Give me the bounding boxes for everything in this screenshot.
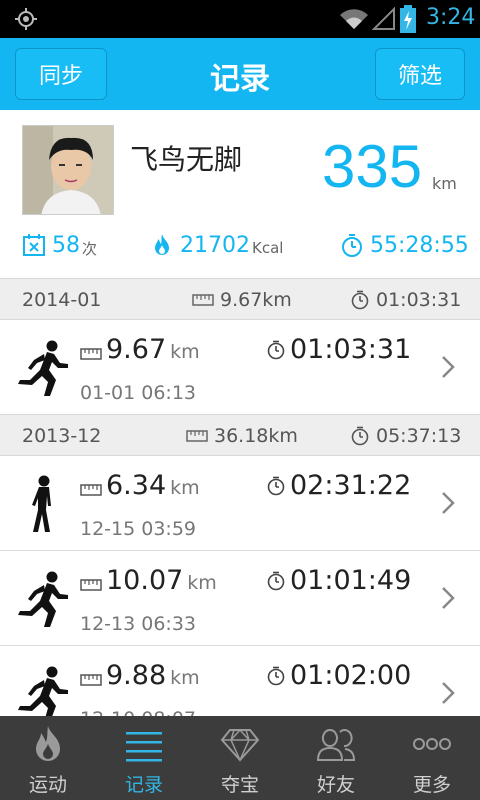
stopwatch-icon xyxy=(267,666,285,686)
chevron-right-icon xyxy=(442,682,455,704)
run-distance: 9.88 km xyxy=(80,660,200,691)
ruler-icon xyxy=(80,484,102,496)
bottom-navigation: 运动 记录 夺宝 好友 更多 xyxy=(0,716,480,800)
run-duration-value: 01:03:31 xyxy=(290,334,412,365)
calories-unit: Kcal xyxy=(252,239,284,257)
run-duration-value: 02:31:22 xyxy=(290,470,412,501)
diamond-icon xyxy=(220,729,260,762)
stopwatch-icon xyxy=(267,571,285,591)
month-duration: 05:37:13 xyxy=(350,425,461,447)
nav-label: 好友 xyxy=(316,774,355,796)
stopwatch-icon xyxy=(267,340,285,360)
run-distance-value: 10.07 xyxy=(106,565,184,596)
run-date: 12-15 03:59 xyxy=(80,518,197,540)
ruler-icon xyxy=(80,579,102,591)
month-duration: 01:03:31 xyxy=(350,289,461,311)
run-count-value: 58 xyxy=(52,232,80,258)
friends-icon xyxy=(316,729,356,761)
month-distance-value: 36.18km xyxy=(214,425,298,447)
stat-calories: 21702 Kcal xyxy=(150,230,283,260)
run-distance-unit: km xyxy=(170,667,200,689)
chevron-right-icon xyxy=(442,587,455,609)
stat-run-count: 58 次 xyxy=(22,230,97,260)
ruler-icon xyxy=(186,430,208,442)
nav-item-more[interactable]: 更多 xyxy=(384,716,480,800)
stat-total-duration: 55:28:55 xyxy=(340,230,469,260)
run-distance-unit: km xyxy=(170,477,200,499)
stopwatch-icon xyxy=(267,476,285,496)
total-duration-value: 55:28:55 xyxy=(370,232,469,258)
month-distance-value: 9.67km xyxy=(220,289,292,311)
run-record-item[interactable]: 10.07 km 01:01:49 12-13 06:33 xyxy=(0,551,480,646)
run-distance-unit: km xyxy=(170,341,200,363)
filter-button[interactable]: 筛选 xyxy=(375,48,465,100)
total-distance-unit: km xyxy=(432,174,457,193)
flame-icon xyxy=(36,726,60,761)
avatar-photo xyxy=(23,126,113,214)
ruler-icon xyxy=(80,348,102,360)
stopwatch-icon xyxy=(342,234,362,257)
user-name: 飞鸟无脚 xyxy=(130,143,243,176)
run-distance-value: 6.34 xyxy=(106,470,167,501)
run-record-item[interactable]: 6.34 km 02:31:22 12-15 03:59 xyxy=(0,456,480,551)
total-distance: 335 xyxy=(322,133,423,200)
gps-icon xyxy=(15,8,37,30)
ruler-icon xyxy=(192,294,214,306)
title-bar: 同步 记录 筛选 xyxy=(0,38,480,110)
run-distance-value: 9.67 xyxy=(106,334,167,365)
run-duration: 02:31:22 xyxy=(266,470,411,501)
nav-item-records[interactable]: 记录 xyxy=(96,716,192,800)
nav-item-sports[interactable]: 运动 xyxy=(0,716,96,800)
list-icon xyxy=(126,732,162,762)
nav-label: 运动 xyxy=(28,774,67,796)
month-duration-value: 05:37:13 xyxy=(376,425,462,447)
run-distance: 10.07 km xyxy=(80,565,217,596)
chevron-right-icon xyxy=(442,492,455,514)
run-date: 12-13 06:33 xyxy=(80,613,197,635)
more-icon xyxy=(413,738,451,750)
calories-value: 21702 xyxy=(180,232,250,258)
run-duration: 01:02:00 xyxy=(266,660,411,691)
month-duration-value: 01:03:31 xyxy=(376,289,462,311)
run-duration-value: 01:02:00 xyxy=(290,660,412,691)
stopwatch-icon xyxy=(351,426,369,446)
nav-label: 记录 xyxy=(124,774,163,796)
nav-item-friends[interactable]: 好友 xyxy=(288,716,384,800)
battery-charging-icon xyxy=(400,5,416,33)
run-count-unit: 次 xyxy=(82,239,98,258)
run-distance-unit: km xyxy=(187,572,217,594)
month-header: 2014-01 9.67km 01:03:31 xyxy=(0,278,480,320)
ruler-icon xyxy=(80,674,102,686)
profile-summary: 飞鸟无脚 335 km 58 次 21702 Kcal 55:28:55 xyxy=(0,110,480,278)
signal-icon xyxy=(372,7,395,30)
status-bar: 3:24 xyxy=(0,0,480,38)
runner-icon xyxy=(18,340,68,396)
month-label: 2013-12 xyxy=(22,425,102,447)
run-distance: 9.67 km xyxy=(80,334,200,365)
chevron-right-icon xyxy=(442,356,455,378)
stopwatch-icon xyxy=(351,290,369,310)
month-label: 2014-01 xyxy=(22,289,102,311)
walker-icon xyxy=(32,475,51,532)
avatar[interactable] xyxy=(22,125,114,215)
wifi-icon xyxy=(340,9,368,29)
status-time: 3:24 xyxy=(426,5,476,30)
month-distance: 9.67km xyxy=(192,289,292,311)
nav-label: 夺宝 xyxy=(220,774,259,796)
flame-icon xyxy=(155,234,169,255)
run-duration-value: 01:01:49 xyxy=(290,565,412,596)
run-distance-value: 9.88 xyxy=(106,660,167,691)
month-distance: 36.18km xyxy=(186,425,298,447)
run-duration: 01:03:31 xyxy=(266,334,411,365)
run-distance: 6.34 km xyxy=(80,470,200,501)
run-duration: 01:01:49 xyxy=(266,565,411,596)
runner-icon xyxy=(18,571,68,627)
nav-label: 更多 xyxy=(412,774,451,796)
calendar-icon xyxy=(23,234,45,256)
run-date: 01-01 06:13 xyxy=(80,382,197,404)
run-record-item[interactable]: 9.67 km 01:03:31 01-01 06:13 xyxy=(0,320,480,415)
nav-item-treasure[interactable]: 夺宝 xyxy=(192,716,288,800)
month-header: 2013-12 36.18km 05:37:13 xyxy=(0,414,480,456)
runner-icon xyxy=(18,666,68,722)
